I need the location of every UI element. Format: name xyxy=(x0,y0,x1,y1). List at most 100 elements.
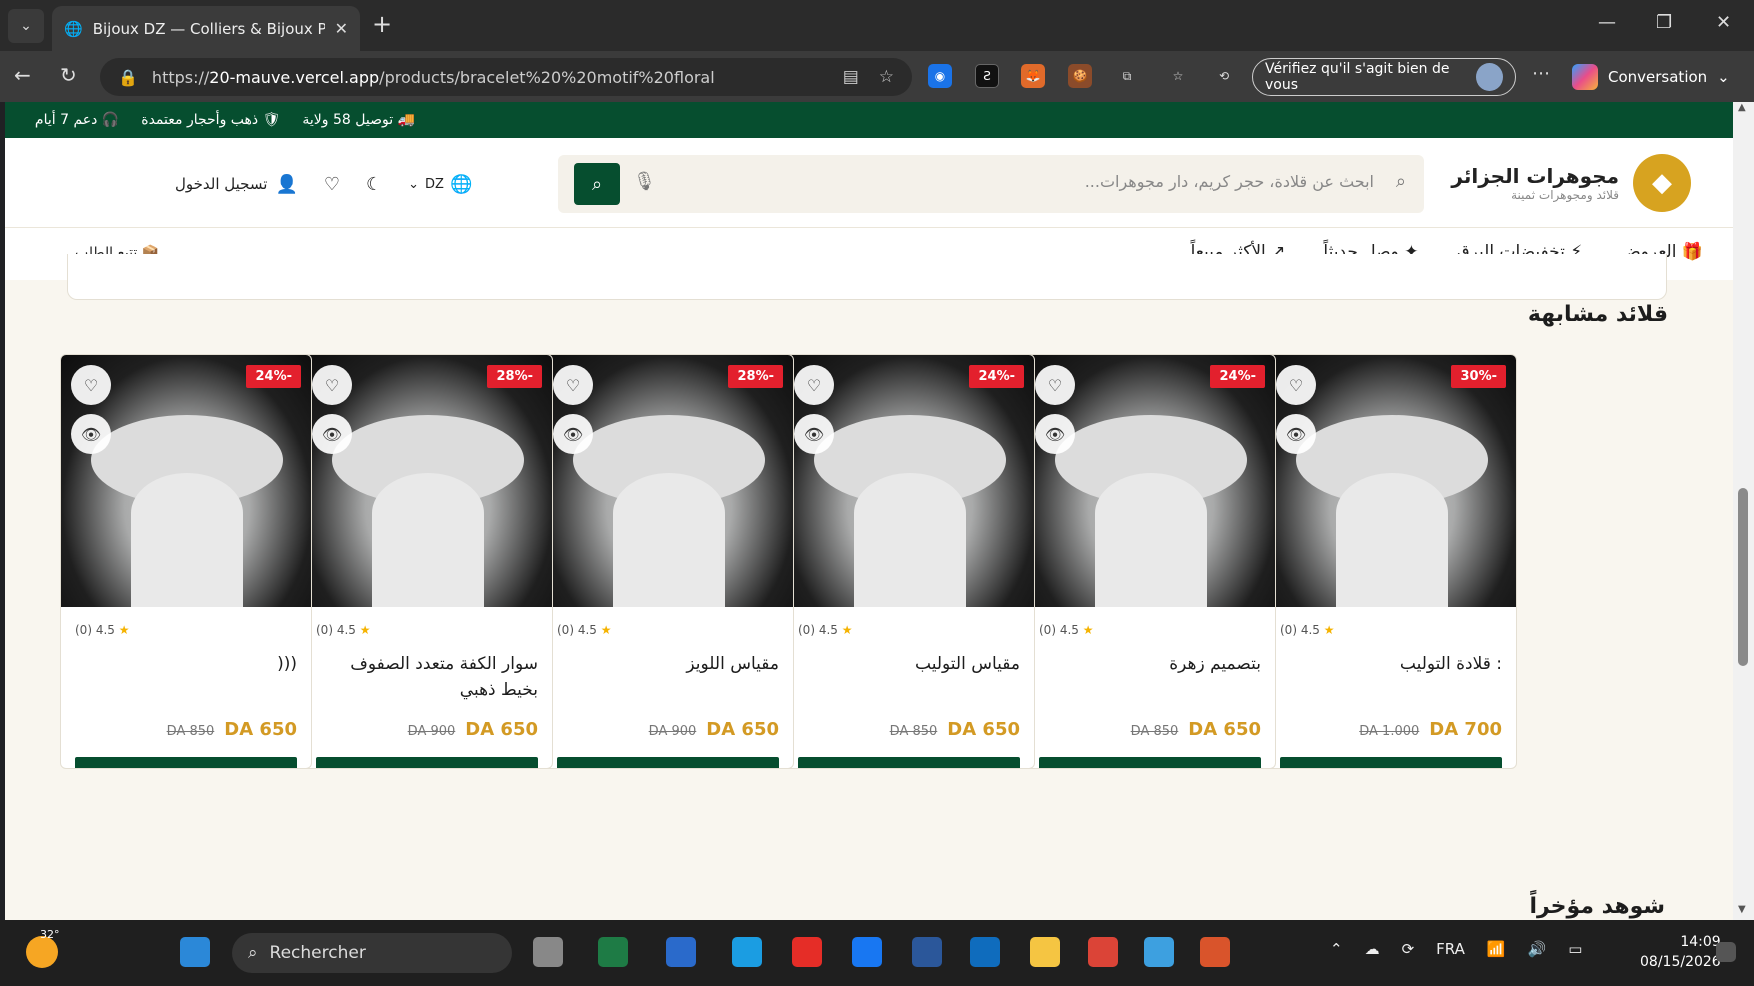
product-old-price: DA 850 xyxy=(1130,724,1179,739)
new-tab-button[interactable]: + xyxy=(372,10,392,38)
taskbar-search[interactable]: ⌕ Rechercher xyxy=(232,933,512,973)
product-card[interactable]: 24%- ♡ 👁 (0) 4.5 ★ بتصميم زهرة DA 650 DA… xyxy=(1024,354,1276,769)
globe-icon: 🌐 xyxy=(449,173,473,195)
product-card[interactable]: 24%- ♡ 👁 (0) 4.5 ★ مقياس التوليب DA 650 … xyxy=(783,354,1035,769)
clock[interactable]: 14:09 08/15/2026 xyxy=(1640,932,1721,972)
language-selector[interactable]: ⌄ DZ 🌐 xyxy=(408,174,472,195)
youtube-icon[interactable] xyxy=(792,937,822,967)
store-icon[interactable] xyxy=(666,937,696,967)
notifications-icon[interactable] xyxy=(1716,942,1736,962)
restore-button[interactable]: ❐ xyxy=(1656,12,1672,33)
edge-dev-icon[interactable] xyxy=(1144,937,1174,967)
order-now-button[interactable]: اطلب الآن xyxy=(1039,757,1261,768)
volume-icon[interactable]: 🔊 xyxy=(1528,940,1547,958)
quick-view-eye-icon[interactable]: 👁 xyxy=(1035,414,1075,454)
battery-icon[interactable]: ▭ xyxy=(1568,940,1582,958)
product-old-price: DA 850 xyxy=(889,724,938,739)
edge-icon[interactable] xyxy=(732,937,762,967)
wishlist-heart-icon[interactable]: ♡ xyxy=(71,365,111,405)
star-icon: ★ xyxy=(1323,623,1335,637)
wishlist-heart-icon[interactable]: ♡ xyxy=(1035,365,1075,405)
back-button[interactable]: ← xyxy=(14,63,31,87)
favorites-icon[interactable]: ☆ xyxy=(1166,64,1190,88)
scrollbar-thumb[interactable] xyxy=(1738,488,1748,666)
reload-button[interactable]: ↻ xyxy=(60,63,77,87)
dark-mode-moon-icon[interactable]: ☾ xyxy=(366,174,382,195)
star-icon: ★ xyxy=(600,623,612,637)
extension-1-icon[interactable]: ◉ xyxy=(928,64,952,88)
extensions-puzzle-icon[interactable]: ⧉ xyxy=(1115,64,1139,88)
product-card[interactable]: 28%- ♡ 👁 (0) 4.5 ★ مقياس اللويز DA 650 D… xyxy=(542,354,794,769)
profile-verify-button[interactable]: Vérifiez qu'il s'agit bien de vous xyxy=(1252,58,1516,96)
product-card[interactable]: 28%- ♡ 👁 (0) 4.5 ★ سوار الكفة متعدد الصف… xyxy=(301,354,553,769)
quick-view-eye-icon[interactable]: 👁 xyxy=(794,414,834,454)
quick-view-eye-icon[interactable]: 👁 xyxy=(1276,414,1316,454)
brand-logo[interactable]: ◆ مجوهرات الجزائر قلائد ومجوهرات ثمينة xyxy=(1451,154,1691,212)
diamond-icon: ◆ xyxy=(1633,154,1691,212)
close-window-button[interactable]: ✕ xyxy=(1716,12,1731,33)
browser-tab[interactable]: 🌐 Bijoux DZ — Colliers & Bijoux Préc ✕ xyxy=(52,6,360,51)
wishlist-heart-icon[interactable]: ♡ xyxy=(1276,365,1316,405)
search-bar[interactable]: ⌕ 🎙 ابحث عن قلادة، حجر كريم، دار مجوهرات… xyxy=(558,155,1424,213)
file-explorer-icon[interactable] xyxy=(1030,937,1060,967)
product-name[interactable]: : قلادة التوليب xyxy=(1280,651,1502,703)
product-name[interactable]: مقياس اللويز xyxy=(557,651,779,703)
claude-icon[interactable] xyxy=(1200,937,1230,967)
tab-title: Bijoux DZ — Colliers & Bijoux Préc xyxy=(92,19,325,38)
copilot-button[interactable]: Conversation ⌄ xyxy=(1572,59,1730,95)
wishlist-heart-icon[interactable]: ♡ xyxy=(312,365,352,405)
product-name[interactable]: ((( xyxy=(75,651,297,703)
sync-icon[interactable]: ⟳ xyxy=(1402,940,1415,958)
microphone-icon[interactable]: 🎙 xyxy=(633,171,656,192)
cookie-extension-icon[interactable]: 🍪 xyxy=(1068,64,1092,88)
start-button[interactable] xyxy=(180,937,210,967)
scroll-up-arrow[interactable]: ▲ xyxy=(1738,102,1746,113)
order-now-button[interactable]: اطلب الآن xyxy=(75,757,297,768)
wishlist-heart-icon[interactable]: ♡ xyxy=(553,365,593,405)
language-indicator[interactable]: FRA xyxy=(1436,940,1465,958)
product-prices: DA 650 DA 900 xyxy=(316,719,538,740)
facebook-icon[interactable] xyxy=(852,937,882,967)
quick-view-eye-icon[interactable]: 👁 xyxy=(553,414,593,454)
word-icon[interactable] xyxy=(912,937,942,967)
search-input[interactable]: ابحث عن قلادة، حجر كريم، دار مجوهرات... xyxy=(1085,172,1374,191)
product-name[interactable]: بتصميم زهرة xyxy=(1039,651,1261,703)
star-icon: ★ xyxy=(359,623,371,637)
tab-actions-button[interactable]: ⌄ xyxy=(8,9,44,43)
chevron-up-icon[interactable]: ⌃ xyxy=(1330,940,1343,958)
wifi-icon[interactable]: 📶 xyxy=(1487,940,1506,958)
page-scrollbar[interactable]: ▲ ▼ xyxy=(1733,102,1754,920)
fox-extension-icon[interactable]: 🦊 xyxy=(1021,64,1045,88)
extension-2-icon[interactable]: Ƨ xyxy=(975,64,999,88)
product-card[interactable]: 24%- ♡ 👁 (0) 4.5 ★ ((( DA 650 DA 850 اطل… xyxy=(60,354,312,769)
brand-name: مجوهرات الجزائر xyxy=(1451,164,1619,188)
order-now-button[interactable]: اطلب الآن xyxy=(316,757,538,768)
excel-icon[interactable] xyxy=(598,937,628,967)
product-name[interactable]: مقياس التوليب xyxy=(798,651,1020,703)
product-name[interactable]: سوار الكفة متعدد الصفوف بخيط ذهبي xyxy=(316,651,538,703)
order-now-button[interactable]: اطلب الآن xyxy=(557,757,779,768)
scroll-down-arrow[interactable]: ▼ xyxy=(1738,904,1746,915)
quick-view-eye-icon[interactable]: 👁 xyxy=(71,414,111,454)
task-view-icon[interactable] xyxy=(533,937,563,967)
history-icon[interactable]: ⟲ xyxy=(1212,64,1236,88)
wishlist-heart-icon[interactable]: ♡ xyxy=(324,174,340,195)
favorite-star-icon[interactable]: ☆ xyxy=(879,67,894,87)
minimize-button[interactable]: — xyxy=(1598,12,1616,33)
wishlist-heart-icon[interactable]: ♡ xyxy=(794,365,834,405)
web-page: 🚚 توصيل 58 ولاية 🛡 ذهب وأحجار معتمدة 🎧 د… xyxy=(5,102,1733,920)
chrome-icon[interactable] xyxy=(1088,937,1118,967)
product-card[interactable]: 30%- ♡ 👁 (0) 4.5 ★ : قلادة التوليب DA 70… xyxy=(1265,354,1517,769)
order-now-button[interactable]: اطلب الآن xyxy=(1280,757,1502,768)
order-now-button[interactable]: اطلب الآن xyxy=(798,757,1020,768)
cloud-off-icon[interactable]: ☁ xyxy=(1365,940,1380,958)
more-menu-icon[interactable]: ⋯ xyxy=(1532,63,1550,84)
address-bar[interactable]: 🔒 https://20-mauve.vercel.app/products/b… xyxy=(100,58,912,96)
avatar xyxy=(1476,63,1503,91)
reader-view-icon[interactable]: ▤ xyxy=(843,67,859,87)
search-button[interactable]: ⌕ xyxy=(574,163,620,205)
login-button[interactable]: 👤 تسجيل الدخول xyxy=(175,174,298,195)
quick-view-eye-icon[interactable]: 👁 xyxy=(312,414,352,454)
outlook-icon[interactable] xyxy=(970,937,1000,967)
close-tab-icon[interactable]: ✕ xyxy=(335,19,348,38)
